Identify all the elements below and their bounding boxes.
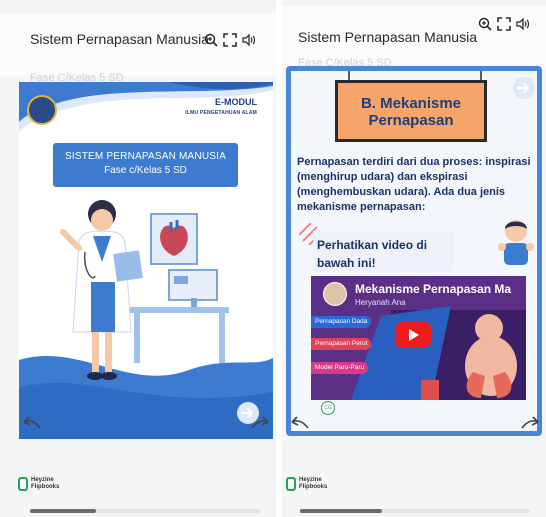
cover-page[interactable]: E-MODUL ILMU PENGETAHUAN ALAM SISTEM PER… [19,82,273,439]
next-corner-icon[interactable] [250,414,272,430]
app-title: Sistem Pernapasan Manusia [30,31,209,47]
child-illustration [498,220,534,265]
heyzine-brand: Heyzine [299,477,322,483]
next-corner-icon[interactable] [520,414,542,430]
cover-grade: Fase c/Kelas 5 SD [104,165,187,176]
toolbar [204,33,256,47]
section-heading-sub: Pernapasan [368,112,454,129]
emodul-label: E-MODUL [215,97,257,107]
video-title: Mekanisme Pernapasan Ma [355,282,512,296]
doctor-illustration [19,200,273,439]
content-page[interactable]: B. Mekanisme Pernapasan Pernapasan terdi… [286,66,542,436]
next-page-button[interactable] [513,77,535,99]
heyzine-brand-sub: Flipbooks [31,484,60,490]
cover-title: SISTEM PERNAPASAN MANUSIA [65,151,226,162]
scrollbar-thumb[interactable] [300,509,382,513]
prev-page-icon[interactable] [20,414,42,430]
prev-page-icon[interactable] [288,414,310,430]
heyzine-logo-icon [18,477,28,491]
zoom-in-icon[interactable] [204,33,218,47]
school-logo [27,95,57,125]
cg-badge: CG [321,401,335,415]
fullscreen-icon[interactable] [223,33,237,47]
heyzine-logo-icon [286,477,296,491]
next-page-icon [517,82,530,94]
section-heading-board: B. Mekanisme Pernapasan [335,80,487,142]
video-chip-model: Model Paru-Paru [311,362,369,374]
heyzine-brand: Heyzine [31,477,54,483]
note-text: Perhatikan video di [317,238,428,252]
cover-top-wave [19,82,273,132]
flipbook-panel-right: Sistem Pernapasan Manusia Fase C/Kelas 5… [282,0,546,517]
video-chip-dada: Pernapasan Dada [311,316,372,328]
flipbook-panel-left: Sistem Pernapasan Manusia Fase C/Kelas 5… [0,0,276,517]
fullscreen-icon[interactable] [497,17,511,31]
heyzine-branding[interactable]: Heyzine Flipbooks [286,477,327,491]
video-channel: Heryanah Ana [355,298,406,307]
note-text-sub: bawah ini! [317,256,376,270]
youtube-video-embed[interactable]: Mekanisme Pernapasan Ma Heryanah Ana Per… [311,276,526,400]
intro-paragraph: Pernapasan terdiri dari dua proses: insp… [297,156,531,213]
app-title: Sistem Pernapasan Manusia [298,29,477,45]
sound-icon[interactable] [516,17,530,31]
heyzine-branding[interactable]: Heyzine Flipbooks [18,477,59,491]
zoom-in-icon[interactable] [478,17,492,31]
sound-icon[interactable] [242,33,256,47]
heyzine-brand-sub: Flipbooks [299,484,328,490]
video-chip-perut: Pernapasan Perut [311,338,372,350]
channel-avatar [323,282,347,306]
cover-title-box: SISTEM PERNAPASAN MANUSIA Fase c/Kelas 5… [53,143,238,187]
subject-label: ILMU PENGETAHUAN ALAM [185,110,257,116]
toolbar [478,17,530,31]
play-button[interactable] [395,322,431,348]
scrollbar-thumb[interactable] [30,509,96,513]
section-heading: B. Mekanisme [360,95,462,112]
